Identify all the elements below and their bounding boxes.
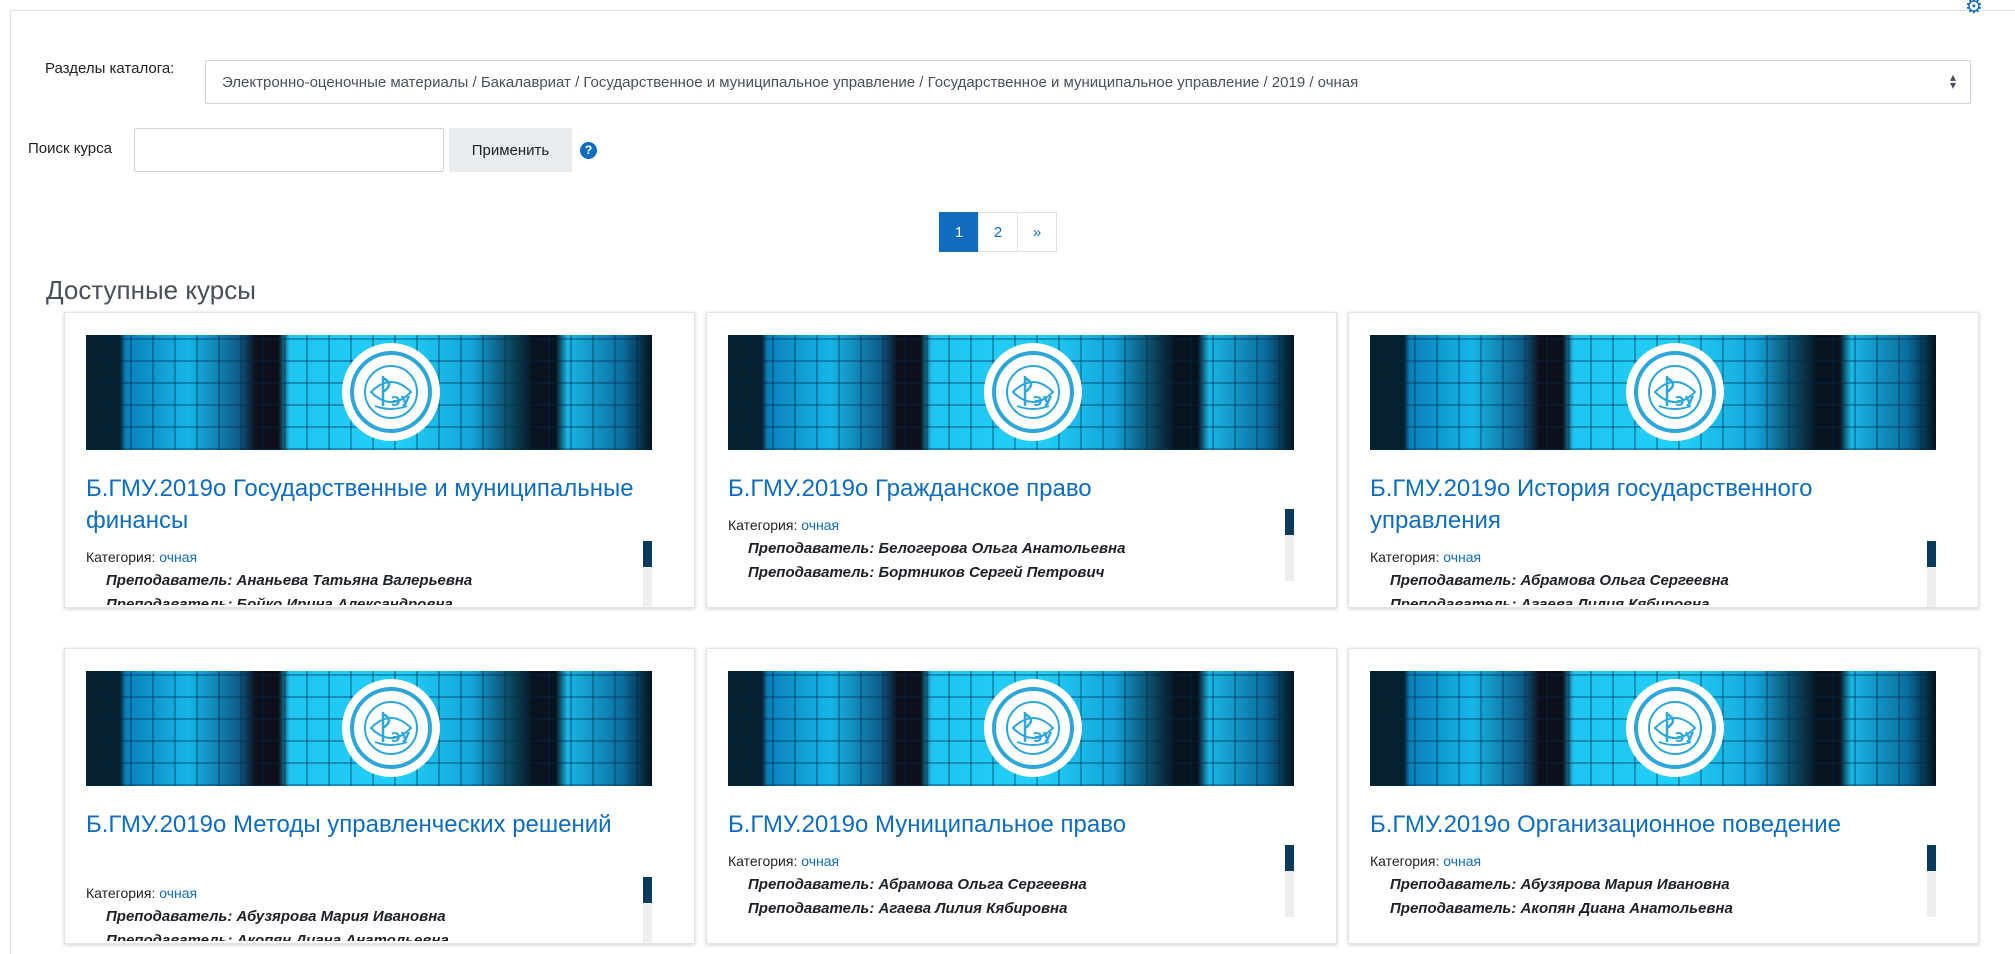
teacher-item: Преподаватель: Абрамова Ольга Сергеевна	[1390, 572, 1729, 589]
category-link[interactable]: очная	[1443, 549, 1481, 565]
category-link[interactable]: очная	[1443, 853, 1481, 869]
teacher-list-scrollbar[interactable]	[1285, 845, 1294, 917]
apply-button[interactable]: Применить	[449, 128, 572, 172]
course-title-link[interactable]: Б.ГМУ.2019о Государственные и муниципаль…	[86, 473, 666, 537]
university-logo-icon: ЭУ	[984, 343, 1082, 441]
teacher-item: Преподаватель: Белогерова Ольга Анатолье…	[748, 540, 1126, 557]
scrollbar-thumb[interactable]	[643, 877, 652, 903]
course-image[interactable]: ЭУ	[1370, 335, 1936, 450]
course-card[interactable]: ЭУ Б.ГМУ.2019о История государственного …	[1348, 312, 1979, 608]
teacher-item: Преподаватель: Ананьева Татьяна Валерьев…	[106, 572, 473, 589]
course-card[interactable]: ЭУ Б.ГМУ.2019о Методы управленческих реш…	[64, 648, 695, 944]
teacher-item: Преподаватель: Абузярова Мария Ивановна	[1390, 876, 1730, 893]
svg-text:ЭУ: ЭУ	[391, 395, 411, 410]
university-logo-icon: ЭУ	[342, 679, 440, 777]
category-link[interactable]: очная	[801, 853, 839, 869]
course-category: Категория: очная	[1370, 549, 1930, 565]
teacher-item: Преподаватель: Акопян Диана Анатольевна	[1390, 900, 1733, 917]
category-link[interactable]: очная	[159, 549, 197, 565]
category-label: Категория:	[86, 885, 156, 901]
catalog-label: Разделы каталога:	[45, 60, 175, 77]
svg-text:ЭУ: ЭУ	[391, 731, 411, 746]
teacher-list-scrollbar[interactable]	[1927, 541, 1936, 607]
course-card[interactable]: ЭУ Б.ГМУ.2019о Муниципальное право Катег…	[706, 648, 1337, 944]
svg-text:ЭУ: ЭУ	[1033, 731, 1053, 746]
teacher-list: Преподаватель: Ананьева Татьяна Валерьев…	[106, 569, 626, 605]
scrollbar-thumb[interactable]	[1927, 845, 1936, 871]
teacher-list: Преподаватель: Абузярова Мария Ивановна П…	[106, 905, 626, 941]
university-logo-icon: ЭУ	[1626, 679, 1724, 777]
course-category: Категория: очная	[728, 517, 1288, 533]
course-title-link[interactable]: Б.ГМУ.2019о История государственного упр…	[1370, 473, 1950, 537]
teacher-list: Преподаватель: Абрамова Ольга Сергеевна П…	[1390, 569, 1910, 605]
catalog-row: Разделы каталога:	[45, 60, 184, 77]
teacher-item: Преподаватель: Абузярова Мария Ивановна	[106, 908, 446, 925]
teacher-item: Преподаватель: Абрамова Ольга Сергеевна	[748, 876, 1087, 893]
page-link-next[interactable]: »	[1017, 212, 1057, 252]
course-title-link[interactable]: Б.ГМУ.2019о Муниципальное право	[728, 809, 1308, 841]
course-card[interactable]: ЭУ Б.ГМУ.2019о Организационное поведение…	[1348, 648, 1979, 944]
svg-text:ЭУ: ЭУ	[1675, 731, 1695, 746]
page-link-2[interactable]: 2	[978, 212, 1018, 252]
svg-text:ЭУ: ЭУ	[1675, 395, 1695, 410]
university-logo-icon: ЭУ	[984, 679, 1082, 777]
category-label: Категория:	[728, 853, 798, 869]
course-category: Категория: очная	[728, 853, 1288, 869]
course-image[interactable]: ЭУ	[86, 335, 652, 450]
course-card[interactable]: ЭУ Б.ГМУ.2019о Государственные и муницип…	[64, 312, 695, 608]
category-label: Категория:	[728, 517, 798, 533]
teacher-item: Преподаватель: Бортников Сергей Петрович	[748, 564, 1105, 581]
university-logo-icon: ЭУ	[342, 343, 440, 441]
teacher-list-scrollbar[interactable]	[643, 541, 652, 607]
course-image[interactable]: ЭУ	[728, 335, 1294, 450]
question-circle-icon[interactable]: ?	[580, 142, 597, 159]
category-label: Категория:	[1370, 853, 1440, 869]
sort-arrows-icon: ▴ ▾	[1949, 70, 1956, 92]
course-image[interactable]: ЭУ	[86, 671, 652, 786]
course-card[interactable]: ЭУ Б.ГМУ.2019о Гражданское право Категор…	[706, 312, 1337, 608]
course-category: Категория: очная	[1370, 853, 1930, 869]
teacher-list: Преподаватель: Абузярова Мария Ивановна П…	[1390, 873, 1910, 925]
scrollbar-thumb[interactable]	[1285, 845, 1294, 871]
category-link[interactable]: очная	[801, 517, 839, 533]
teacher-item: Преподаватель: Агаева Лилия Кябировна	[1390, 596, 1710, 605]
scrollbar-thumb[interactable]	[1285, 509, 1294, 535]
teacher-list-scrollbar[interactable]	[643, 877, 652, 943]
search-input[interactable]	[134, 128, 444, 172]
scrollbar-thumb[interactable]	[643, 541, 652, 567]
teacher-list: Преподаватель: Белогерова Ольга Анатолье…	[748, 537, 1268, 589]
teacher-list-scrollbar[interactable]	[1285, 509, 1294, 581]
catalog-select[interactable]: Электронно-оценочные материалы / Бакалав…	[205, 60, 1971, 104]
catalog-selected-value: Электронно-оценочные материалы / Бакалав…	[222, 73, 1359, 91]
course-category: Категория: очная	[86, 549, 646, 565]
category-link[interactable]: очная	[159, 885, 197, 901]
course-category: Категория: очная	[86, 885, 646, 901]
search-label: Поиск курса	[28, 140, 112, 157]
category-label: Категория:	[1370, 549, 1440, 565]
teacher-item: Преподаватель: Бойко Ирина Александровна	[106, 596, 453, 605]
course-image[interactable]: ЭУ	[1370, 671, 1936, 786]
course-image[interactable]: ЭУ	[728, 671, 1294, 786]
course-title-link[interactable]: Б.ГМУ.2019о Методы управленческих решени…	[86, 809, 666, 841]
scrollbar-thumb[interactable]	[1927, 541, 1936, 567]
teacher-list-scrollbar[interactable]	[1927, 845, 1936, 917]
teacher-item: Преподаватель: Акопян Диана Анатольевна	[106, 932, 449, 941]
teacher-list: Преподаватель: Абрамова Ольга Сергеевна П…	[748, 873, 1268, 925]
gear-icon[interactable]: ⚙	[1965, 0, 1987, 17]
course-title-link[interactable]: Б.ГМУ.2019о Гражданское право	[728, 473, 1308, 505]
teacher-item: Преподаватель: Агаева Лилия Кябировна	[748, 900, 1068, 917]
category-label: Категория:	[86, 549, 156, 565]
course-title-link[interactable]: Б.ГМУ.2019о Организационное поведение	[1370, 809, 1950, 841]
university-logo-icon: ЭУ	[1626, 343, 1724, 441]
pagination: 1 2 »	[939, 212, 1057, 252]
section-title: Доступные курсы	[46, 275, 256, 305]
svg-text:ЭУ: ЭУ	[1033, 395, 1053, 410]
page-link-1[interactable]: 1	[939, 212, 979, 252]
